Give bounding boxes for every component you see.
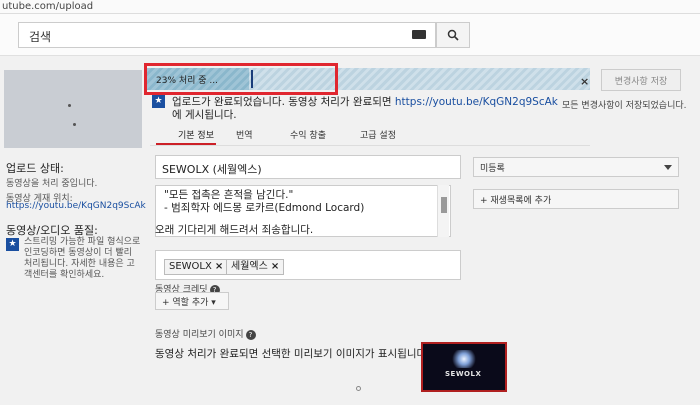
add-to-playlist-button[interactable]: + 재생목록에 추가 (473, 189, 679, 209)
quality-text: 스트리밍 가능한 파일 형식으로 인코딩하면 동영상이 더 빨리 처리됩니다. … (24, 237, 141, 280)
upload-status-label: 업로드 상태: (6, 162, 64, 175)
tag-label: 세월엑스 (231, 261, 268, 272)
thumbnail-label: 동영상 미리보기 이미지? (155, 327, 256, 340)
upload-message-text: 업로드가 완료되었습니다. 동영상 처리가 완료되면 (172, 96, 392, 108)
upload-message: 업로드가 완료되었습니다. 동영상 처리가 완료되면 https://youtu… (172, 96, 562, 122)
tab-bar: 기본 정보 번역 수익 창출 고급 설정 (150, 124, 590, 146)
thumbnail-label-text: 동영상 미리보기 이미지 (155, 330, 244, 340)
remove-tag-icon[interactable]: × (271, 261, 279, 272)
keyboard-icon[interactable] (412, 30, 426, 39)
video-thumbnail (4, 70, 142, 148)
remove-tag-icon[interactable]: × (215, 261, 223, 272)
progress-highlight (144, 63, 338, 95)
close-icon[interactable]: × (580, 75, 589, 88)
tag-chip[interactable]: SEWOLX × (164, 259, 229, 275)
privacy-value: 미등록 (480, 164, 505, 174)
browser-url[interactable]: utube.com/upload (0, 0, 700, 14)
tags-field[interactable]: SEWOLX × 세월엑스 × (155, 250, 461, 280)
processing-progress: 23% 처리 중 ... (144, 63, 594, 95)
all-saved-text: 모든 변경사항이 저장되었습니다. (562, 101, 687, 111)
masthead: 검색 (0, 14, 700, 56)
search-icon (447, 29, 459, 41)
search-button[interactable] (436, 22, 470, 48)
save-changes-button[interactable]: 변경사항 저장 (601, 69, 681, 91)
title-field[interactable]: SEWOLX (세월엑스) (155, 155, 461, 179)
video-link[interactable]: https://youtu.be/KqGN2q9ScAk (6, 201, 146, 211)
active-tab-indicator (156, 143, 216, 145)
upload-link[interactable]: https://youtu.be/KqGN2q9ScAk (395, 96, 558, 108)
add-role-label: 역할 추가 (172, 298, 209, 308)
upload-message-end: 에 게시됩니다. (172, 109, 237, 121)
add-role-button[interactable]: + 역할 추가 ▾ (155, 292, 229, 310)
thumbnail-preview[interactable]: SEWOLX (421, 342, 507, 392)
tab-basic-info[interactable]: 기본 정보 (178, 128, 214, 141)
thumbnail-message: 동영상 처리가 완료되면 선택한 미리보기 이미지가 표시됩니다. (155, 348, 430, 360)
tab-monetization[interactable]: 수익 창출 (290, 128, 326, 141)
preview-glow (451, 350, 477, 368)
star-icon: ★ (6, 238, 19, 251)
tab-advanced[interactable]: 고급 설정 (360, 128, 396, 141)
description-line: - 범죄학자 에드몽 로카르(Edmond Locard) (164, 202, 365, 214)
star-icon: ★ (152, 95, 165, 108)
chevron-down-icon (664, 165, 672, 170)
privacy-dropdown[interactable]: 미등록 (473, 157, 679, 177)
help-icon[interactable]: ? (245, 329, 256, 340)
upload-status-value: 동영상을 처리 중입니다. (6, 179, 98, 189)
description-extra: 오래 기다리게 해드려서 죄송합니다. (155, 224, 314, 236)
tag-chip[interactable]: 세월엑스 × (226, 259, 285, 275)
tab-translation[interactable]: 번역 (236, 128, 253, 141)
tag-label: SEWOLX (169, 261, 212, 272)
description-scrollbar[interactable] (437, 185, 449, 237)
quality-label: 동영상/오디오 품질: (6, 224, 98, 237)
description-line: "모든 접촉은 흔적을 남긴다." (164, 189, 294, 201)
search-input[interactable]: 검색 (18, 22, 436, 48)
loading-indicator (356, 386, 361, 391)
preview-logo: SEWOLX (445, 370, 482, 378)
